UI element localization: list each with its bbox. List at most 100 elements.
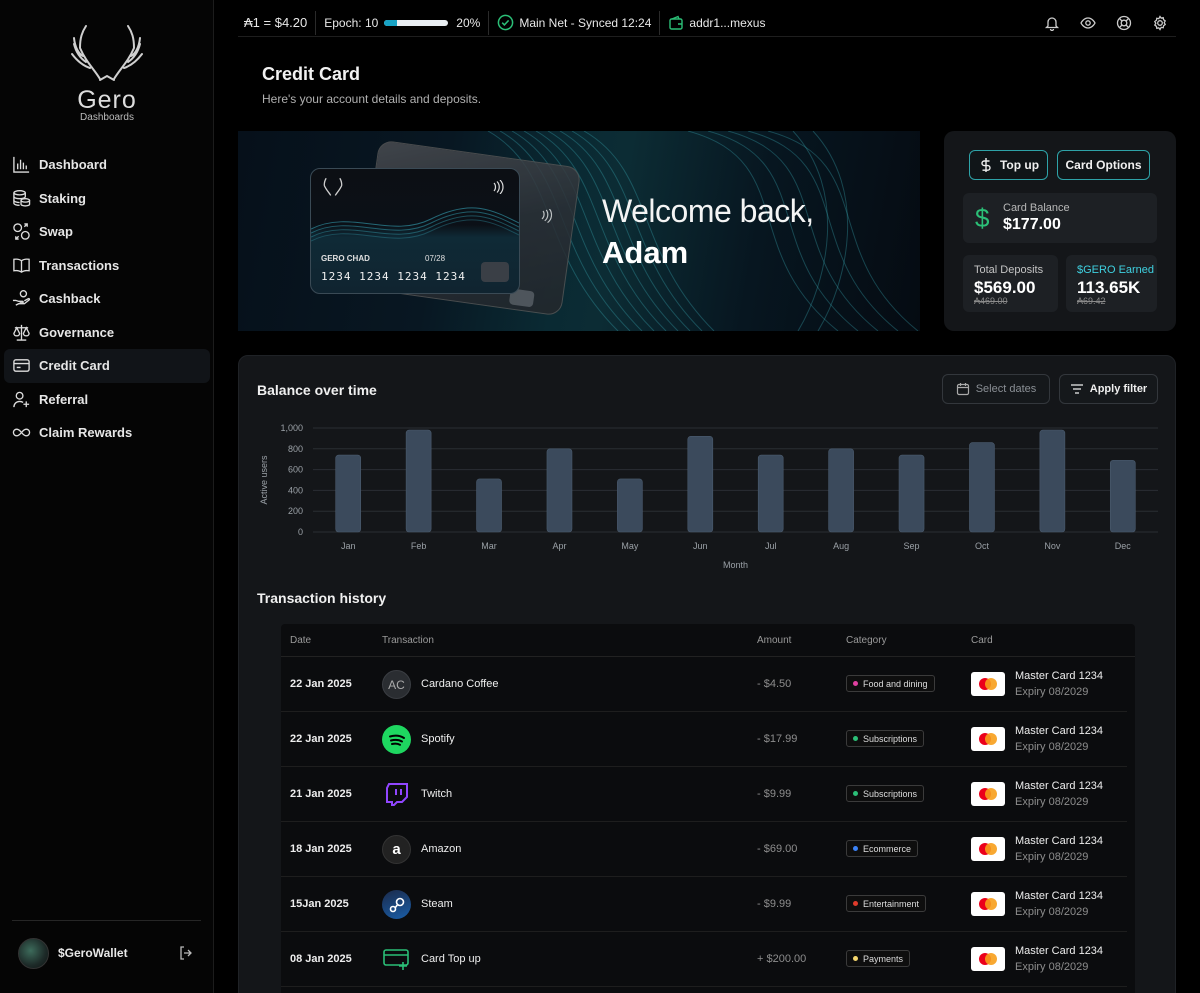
support-icon[interactable]	[1116, 15, 1132, 31]
mastercard-icon	[971, 727, 1005, 751]
transaction-name: Steam	[421, 898, 453, 910]
x-tick-label: May	[621, 541, 639, 551]
sidebar-item-governance[interactable]: Governance	[4, 316, 210, 350]
antlers-icon	[71, 25, 143, 81]
sidebar-item-label: Cashback	[39, 291, 101, 307]
top-up-label: Top up	[999, 158, 1040, 172]
column-card: Card	[971, 635, 993, 646]
sidebar-item-swap[interactable]: Swap	[4, 215, 210, 249]
contactless-icon	[541, 208, 553, 224]
select-dates-button[interactable]: Select dates	[942, 374, 1050, 404]
category-dot	[853, 791, 858, 796]
transaction-name: Card Top up	[421, 953, 481, 965]
sidebar-item-label: Swap	[39, 224, 73, 240]
transaction-name: Amazon	[421, 843, 462, 855]
infinity-icon	[12, 428, 31, 437]
sidebar-item-credit-card[interactable]: Credit Card	[4, 349, 210, 383]
sidebar-item-cashback[interactable]: Cashback	[4, 282, 210, 316]
card-holder: GERO CHAD	[321, 254, 370, 263]
epoch-progress-bar	[384, 19, 449, 26]
bell-icon[interactable]	[1044, 15, 1060, 31]
category-label: Food and dining	[863, 678, 928, 689]
bar	[757, 454, 784, 533]
address-label: addr1...mexus	[689, 15, 766, 30]
x-tick-label: Feb	[411, 541, 427, 551]
sidebar-item-label: Referral	[39, 391, 89, 407]
table-row[interactable]: 22 Jan 2025 AC Cardano Coffee - $4.50 Food a…	[281, 657, 1127, 712]
transaction-date: 22 Jan 2025	[290, 733, 352, 745]
transaction-date: 21 Jan 2025	[290, 788, 352, 800]
card-options-button[interactable]: Card Options	[1057, 150, 1150, 180]
topbar-actions	[1044, 14, 1176, 31]
sidebar-divider	[12, 920, 201, 921]
apply-filter-button[interactable]: Apply filter	[1059, 374, 1158, 404]
card-expiry: Expiry 08/2029	[1015, 961, 1089, 973]
transaction-name: Twitch	[421, 788, 453, 800]
y-tick-label: 200	[288, 506, 303, 516]
twitch-icon	[382, 780, 411, 809]
top-up-button[interactable]: Top up	[969, 150, 1048, 180]
category-dot	[853, 901, 858, 906]
gero-earned: $GERO Earned 113.65K ₳69.42	[1066, 255, 1157, 312]
balance-panel: Top up Card Options $ Card Balance $177.…	[944, 131, 1176, 331]
credit-card-icon	[13, 359, 30, 373]
category-dot	[853, 846, 858, 851]
card-name: Master Card 1234	[1015, 725, 1104, 737]
category-label: Subscriptions	[863, 733, 918, 744]
x-tick-label: Jan	[341, 541, 356, 551]
x-tick-label: Sep	[904, 541, 920, 551]
category-badge: Payments	[846, 950, 911, 967]
sidebar-item-dashboard[interactable]: Dashboard	[4, 148, 210, 182]
mastercard-icon	[971, 782, 1005, 806]
book-icon	[13, 258, 30, 273]
logo[interactable]: Gero Dashboards	[70, 24, 144, 123]
main-panel: Balance over time Select dates Apply fil…	[238, 355, 1176, 993]
column-category: Category	[846, 635, 887, 646]
mastercard-icon	[971, 892, 1005, 916]
wallet-address[interactable]: addr1...mexus	[660, 11, 773, 35]
user-name: Adam	[602, 235, 689, 270]
wallet-profile[interactable]: $GeroWallet	[18, 937, 198, 969]
coins-icon	[13, 189, 31, 207]
bar	[969, 442, 995, 533]
category-badge: Ecommerce	[846, 840, 919, 857]
gero-earned-ada: ₳69.42	[1077, 296, 1106, 306]
sidebar-item-transactions[interactable]: Transactions	[4, 249, 210, 283]
table-row[interactable]: 08 Jan 2025 Card Top up + $200.00 Payments M…	[281, 932, 1127, 987]
card-expiry: Expiry 08/2029	[1015, 796, 1089, 808]
card-name: Master Card 1234	[1015, 670, 1104, 682]
sidebar-item-label: Governance	[39, 324, 115, 340]
card-expiry: Expiry 08/2029	[1015, 851, 1089, 863]
table-row[interactable]: 22 Jan 2025 Spotify - $17.99 Subscriptions M…	[281, 712, 1127, 767]
card-balance-value: $177.00	[1003, 216, 1061, 233]
logout-icon[interactable]	[178, 945, 194, 961]
check-circle-icon	[497, 14, 514, 31]
page-subtitle: Here's your account details and deposits…	[262, 92, 482, 106]
sidebar-item-staking[interactable]: Staking	[4, 182, 210, 216]
contactless-icon	[493, 180, 504, 194]
mastercard-icon	[971, 837, 1005, 861]
table-row[interactable]: 18 Jan 2025 a Amazon - $69.00 Ecommerce Maste…	[281, 822, 1127, 877]
brand-subtitle: Dashboards	[80, 112, 134, 123]
gear-icon[interactable]	[1152, 14, 1168, 31]
category-label: Ecommerce	[863, 843, 912, 854]
category-dot	[853, 956, 858, 961]
category-dot	[853, 681, 858, 686]
table-row[interactable]: 21 Jan 2025 Twitch - $9.99 Subscriptions Mas…	[281, 767, 1127, 822]
table-row[interactable]: 15Jan 2025 Steam - $9.99 Entertainment Maste…	[281, 877, 1127, 932]
eye-icon[interactable]	[1080, 15, 1096, 31]
swap-icon	[13, 223, 30, 241]
card-expiry: Expiry 08/2029	[1015, 906, 1089, 918]
sidebar-item-claim-rewards[interactable]: Claim Rewards	[4, 416, 210, 450]
card-expiry: Expiry 08/2029	[1015, 686, 1089, 698]
bar	[546, 448, 573, 533]
x-axis-label: Month	[723, 560, 748, 570]
category-badge: Subscriptions	[846, 730, 925, 747]
epoch-percent: 20%	[456, 15, 481, 30]
sidebar-item-referral[interactable]: Referral	[4, 383, 210, 417]
bar	[476, 478, 502, 533]
x-tick-label: Apr	[552, 541, 566, 551]
hand-coin-icon	[12, 290, 31, 306]
transaction-amount: - $9.99	[757, 898, 792, 910]
sidebar-item-label: Staking	[39, 190, 86, 206]
